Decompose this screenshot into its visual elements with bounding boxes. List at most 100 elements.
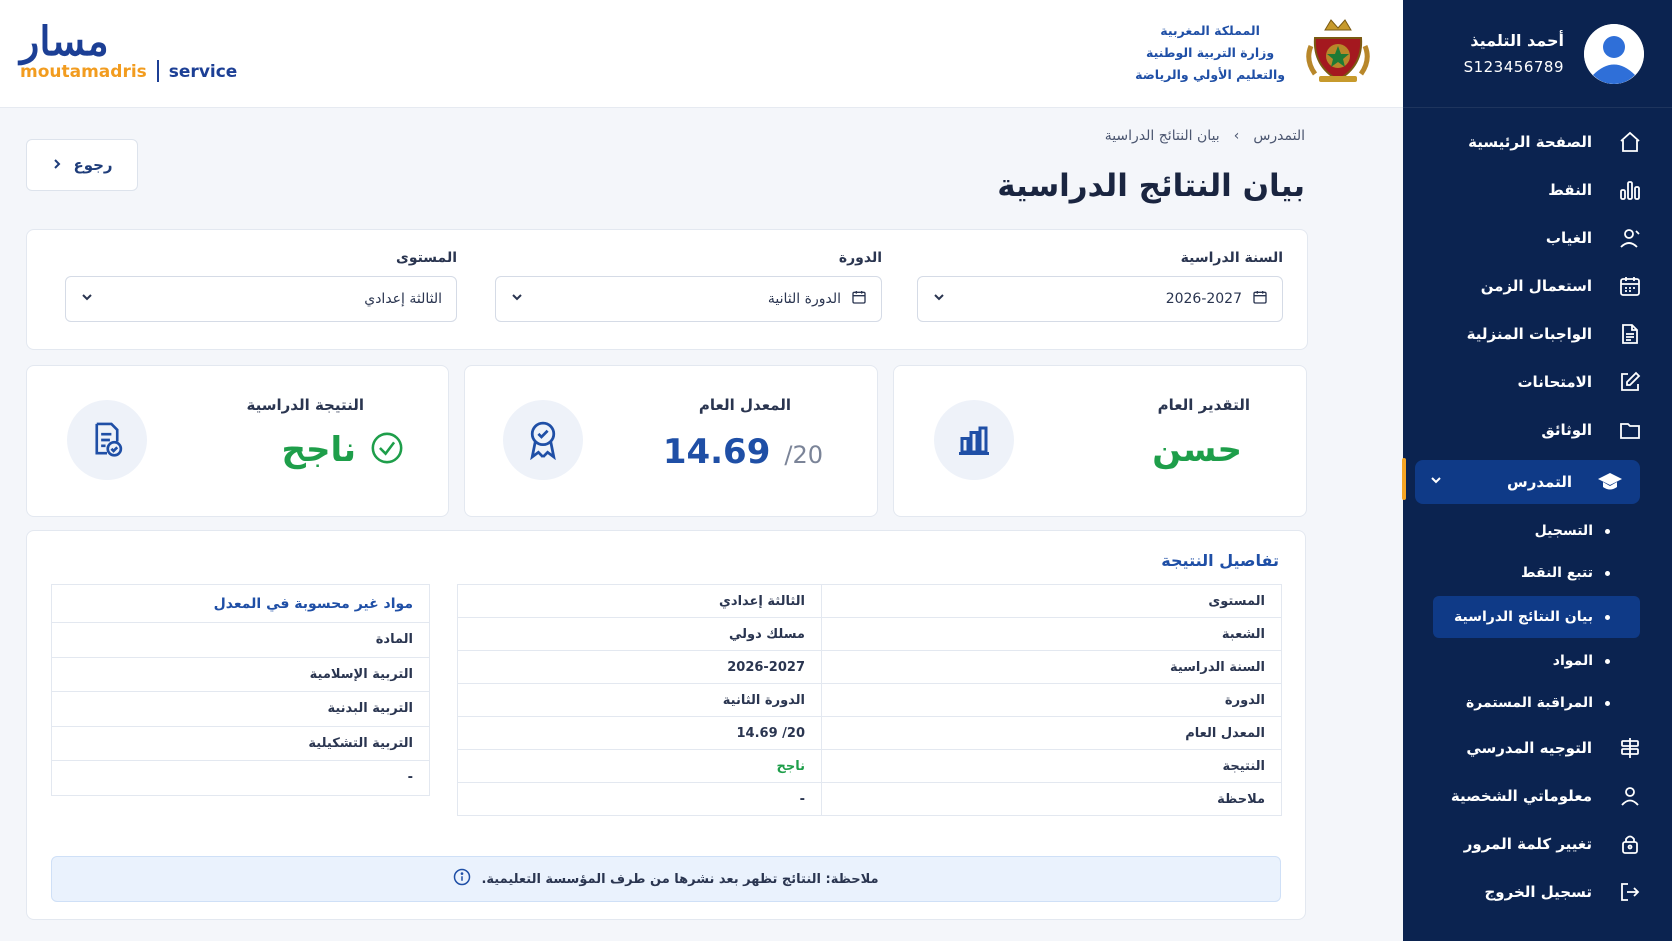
bullet-icon [1605, 570, 1610, 576]
logout-icon [1616, 878, 1644, 906]
breadcrumb-parent[interactable]: التمدرس [1253, 128, 1305, 144]
stat-card-appreciation: التقدير العام حسن [893, 365, 1307, 517]
row-key: المعدل العام [821, 716, 1282, 750]
subject-cell: التربية البدنية [51, 691, 430, 727]
select-value: الدورة الثانية [767, 291, 841, 307]
graduation-cap-icon [1596, 468, 1624, 496]
sidebar-item-documents[interactable]: الوثائق [1403, 406, 1672, 454]
home-icon [1616, 128, 1644, 156]
sidebar-item-timetable[interactable]: استعمال الزمن [1403, 262, 1672, 310]
back-button[interactable]: رجوع [26, 139, 138, 191]
sidebar-item-schooling[interactable]: التمدرس [1415, 460, 1640, 504]
calendar-icon [1252, 289, 1268, 309]
level-select[interactable]: الثالثة إعدادي [65, 276, 457, 322]
excluded-subjects-table: مواد غير محسوبة في المعدل المادة التربية… [51, 584, 430, 796]
average-display: 14.69 /20 [663, 432, 823, 472]
select-value: 2026-2027 [1165, 291, 1242, 307]
table-row: - [51, 760, 430, 796]
sidebar-subitem-label: المراقبة المستمرة [1466, 695, 1593, 711]
signpost-icon [1616, 734, 1644, 762]
sidebar-item-label: الواجبات المنزلية [1466, 325, 1592, 343]
bullet-icon [1605, 700, 1610, 706]
calendar-icon [851, 289, 867, 309]
bullet-icon [1605, 528, 1610, 534]
sidebar-item-label: الصفحة الرئيسية [1468, 133, 1592, 151]
sidebar-subitem-grade-tracking[interactable]: تتبع النقط [1403, 552, 1672, 594]
breadcrumb: التمدرس › بيان النتائج الدراسية [1105, 128, 1305, 144]
logo-service-text: service [168, 62, 238, 82]
filter-label: الدورة [838, 250, 882, 266]
subject-cell: التربية الإسلامية [51, 656, 430, 692]
lock-icon [1616, 830, 1644, 858]
select-value: الثالثة إعدادي [364, 291, 442, 307]
table-row: التربية التشكيلية [51, 725, 430, 761]
table-row: التربية الإسلامية [51, 656, 430, 692]
sidebar-item-exams[interactable]: الامتحانات [1403, 358, 1672, 406]
sidebar-subitem-label: تتبع النقط [1521, 565, 1593, 581]
sidebar-item-my-info[interactable]: معلوماتي الشخصية [1403, 772, 1672, 820]
result-display: ناجح [281, 430, 404, 470]
school-year-select[interactable]: 2026-2027 [917, 276, 1283, 322]
table-row: الشعبة مسلك دولي [457, 617, 1282, 651]
filter-label: السنة الدراسية [1180, 250, 1283, 266]
table-row: ملاحظة - [457, 782, 1282, 816]
sidebar-item-label: الغياب [1545, 229, 1592, 247]
filter-level: المستوى الثالثة إعدادي [65, 250, 457, 322]
sidebar-item-change-password[interactable]: تغيير كلمة المرور [1403, 820, 1672, 868]
table-row: السنة الدراسية 2026-2027 [457, 650, 1282, 684]
active-section-marker [1402, 458, 1406, 500]
session-select[interactable]: الدورة الثانية [495, 276, 882, 322]
chevron-down-icon[interactable] [1429, 473, 1443, 491]
table-row: الدورة الدورة الثانية [457, 683, 1282, 717]
sidebar-subitem-registration[interactable]: التسجيل [1403, 510, 1672, 552]
bar-chart-icon [1616, 176, 1644, 204]
details-title: تفاصيل النتيجة [1161, 551, 1279, 570]
logo-subtitle: moutamadris [20, 62, 147, 82]
back-label: رجوع [73, 156, 113, 174]
award-ribbon-icon [503, 400, 583, 480]
average-value: 14.69 [662, 432, 771, 472]
app-logo[interactable]: مسار moutamadris service [20, 22, 237, 84]
row-value: - [457, 782, 822, 816]
note-text: ملاحظة: النتائج تظهر بعد نشرها من طرف ال… [481, 871, 879, 887]
bullet-icon [1605, 658, 1610, 664]
row-value: 2026-2027 [457, 650, 822, 684]
folder-icon [1616, 416, 1644, 444]
chevron-down-icon [932, 290, 946, 308]
chevron-right-icon [51, 156, 63, 174]
result-details-card: تفاصيل النتيجة المستوى الثالثة إعدادي ال… [26, 530, 1306, 920]
sidebar-item-grades[interactable]: النقط [1403, 166, 1672, 214]
sidebar-item-label: استعمال الزمن [1480, 277, 1592, 295]
ministry-name: المملكة المغربية وزارة التربية الوطنية و… [1135, 20, 1285, 86]
row-value: 14.69 /20 [457, 716, 822, 750]
sidebar-item-home[interactable]: الصفحة الرئيسية [1403, 118, 1672, 166]
filter-school-year: السنة الدراسية 2026-2027 [917, 250, 1283, 322]
sidebar-subitem-subjects[interactable]: المواد [1403, 640, 1672, 682]
document-icon [1616, 320, 1644, 348]
sidebar-subitem-continuous-assessment[interactable]: المراقبة المستمرة [1403, 682, 1672, 724]
result-value: ناجح [281, 430, 356, 470]
row-key: الدورة [821, 683, 1282, 717]
table-header-row: مواد غير محسوبة في المعدل [51, 584, 430, 623]
breadcrumb-separator: › [1233, 128, 1240, 144]
user-icon [1616, 782, 1644, 810]
sidebar-item-logout[interactable]: تسجيل الخروج [1403, 868, 1672, 916]
sidebar-subitem-results-statement[interactable]: بيان النتائج الدراسية [1433, 596, 1640, 638]
user-absence-icon [1616, 224, 1644, 252]
user-profile[interactable]: أحمد التلميذ S123456789 [1403, 0, 1672, 108]
stat-label: التقدير العام [1157, 396, 1250, 414]
sidebar-nav: الصفحة الرئيسية النقط الغياب استعمال الز… [1403, 108, 1672, 916]
sidebar-item-label: الوثائق [1541, 421, 1592, 439]
ministry-line-1: المملكة المغربية [1160, 23, 1260, 38]
sidebar-item-orientation[interactable]: التوجيه المدرسي [1403, 724, 1672, 772]
student-id: S123456789 [1463, 58, 1564, 76]
info-note: ملاحظة: النتائج تظهر بعد نشرها من طرف ال… [51, 856, 1281, 902]
sidebar-item-label: النقط [1548, 181, 1592, 199]
sidebar-item-homework[interactable]: الواجبات المنزلية [1403, 310, 1672, 358]
sidebar-item-absence[interactable]: الغياب [1403, 214, 1672, 262]
check-circle-icon [370, 431, 404, 469]
top-header: مسار moutamadris service المملكة المغربي… [0, 0, 1403, 108]
row-key: ملاحظة [821, 782, 1282, 816]
table-row: المادة [51, 622, 430, 658]
sidebar-subitem-label: التسجيل [1534, 523, 1593, 539]
